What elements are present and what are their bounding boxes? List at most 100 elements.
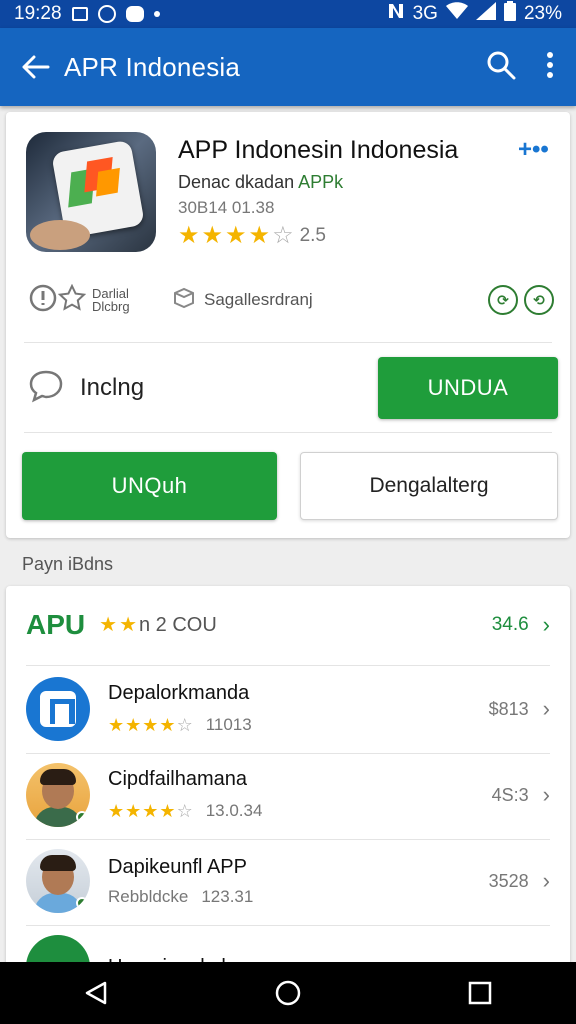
- battery-icon: [503, 1, 516, 27]
- notification-icon: [97, 5, 116, 23]
- app-rating: ★ ★ ★ ★ ☆ 2.5: [178, 224, 326, 248]
- featured-item[interactable]: APU ★ ★ n 2 COU 34.6 ›: [6, 586, 570, 664]
- online-badge-icon: [76, 811, 88, 823]
- star-empty-icon: ☆: [176, 800, 193, 821]
- system-navigation-bar: [0, 962, 576, 1024]
- online-badge-icon: [76, 897, 88, 909]
- star-icon: ★: [178, 222, 200, 249]
- avatar: [26, 763, 90, 827]
- download-button-small[interactable]: UNDUA: [378, 357, 558, 419]
- incl-label: Inclng: [80, 374, 145, 401]
- info-label: Sagallesrdranj: [204, 290, 313, 309]
- list-item-name: Dapikeunfl APP: [108, 855, 247, 878]
- info-label-small: Darlial Dlcbrg: [92, 286, 130, 314]
- star-empty-icon: ☆: [176, 714, 193, 735]
- developer-name[interactable]: Denac dkadan APPk: [178, 172, 343, 193]
- timer-icon[interactable]: ⟳: [488, 285, 518, 315]
- status-bar: 19:28 3G 23%: [0, 0, 576, 28]
- list-item-price: 3528: [488, 870, 529, 891]
- featured-name: APU: [26, 609, 86, 640]
- star-icon: ★: [142, 714, 159, 735]
- divider: [24, 342, 552, 343]
- star-icon: ★: [125, 714, 142, 735]
- star-icon: ★: [119, 614, 137, 636]
- incl-row: Inclng UNDUA: [28, 356, 558, 420]
- square-recents-icon: [468, 981, 492, 1005]
- star-icon: ★: [225, 222, 247, 249]
- chevron-right-icon: ›: [542, 868, 550, 893]
- network-label: 3G: [412, 3, 438, 24]
- star-icon: ★: [125, 800, 142, 821]
- list-item[interactable]: Depalorkmanda ★ ★ ★ ★ ☆ 11013 $813 ›: [6, 666, 570, 752]
- star-icon: ★: [248, 222, 271, 249]
- list-item[interactable]: Upprpimmkalpap: [6, 924, 570, 966]
- developer-prefix: Denac dkadan: [178, 172, 299, 192]
- chevron-right-icon: ›: [542, 612, 550, 637]
- list-item-count: 13.0.34: [205, 800, 263, 820]
- list-item-price: $813: [488, 698, 529, 719]
- back-button[interactable]: [18, 49, 54, 85]
- list-item[interactable]: Cipdfailhamana ★ ★ ★ ★ ☆ 13.0.34 4S:3 ›: [6, 752, 570, 838]
- secondary-button[interactable]: Dengalalterg: [300, 452, 558, 520]
- star-icon: ★: [159, 800, 176, 821]
- page-title: APR Indonesia: [64, 51, 241, 82]
- divider: [24, 432, 552, 433]
- star-empty-icon: ☆: [272, 222, 294, 249]
- list-item-count: 123.31: [201, 886, 254, 906]
- list-item[interactable]: Dapikeunfl APP Rebbldcke 123.31 3528 ›: [6, 838, 570, 924]
- featured-rating-text: n 2 COU: [139, 613, 217, 636]
- list-item-sub: Rebbldcke: [108, 886, 189, 906]
- star-icon: ★: [99, 614, 118, 636]
- chevron-right-icon: ›: [542, 696, 550, 721]
- section-label: Payn iBdns: [22, 554, 114, 574]
- star-icon: ★: [108, 800, 125, 821]
- signal-icon: [475, 2, 496, 26]
- chat-bubble-icon: [28, 369, 64, 408]
- app-detail-card: APP Indonesin Indonesia +•• Denac dkadan…: [6, 112, 570, 538]
- alert-icon: [28, 283, 58, 318]
- search-icon: [487, 51, 516, 79]
- star-icon: ★: [142, 800, 159, 821]
- developer-accent: APPk: [298, 172, 344, 192]
- list-item-name: Cipdfailhamana: [108, 767, 247, 790]
- search-button[interactable]: [486, 50, 516, 85]
- more-options-link[interactable]: +••: [518, 136, 549, 164]
- info-row: Darlial Dlcbrg Sagallesrdranj ⟳ ⟲: [28, 280, 558, 320]
- status-time: 19:28: [14, 3, 62, 24]
- star-icon: ★: [108, 714, 125, 735]
- featured-price: 34.6: [491, 614, 529, 635]
- more-vertical-icon: [547, 51, 553, 78]
- image-notification-icon: [71, 7, 88, 21]
- list-item-price: 4S:3: [491, 784, 529, 805]
- nfc-icon: [387, 2, 405, 26]
- app-bar: APR Indonesia: [0, 28, 576, 106]
- app-meta: 30B14 01.38: [178, 198, 275, 217]
- list-item-count: 11013: [205, 714, 252, 734]
- arrow-left-icon: [22, 55, 50, 79]
- chevron-right-icon: ›: [542, 782, 550, 807]
- battery-level: 23%: [523, 3, 562, 24]
- chat-notification-icon: [125, 6, 144, 22]
- nav-back-button[interactable]: [66, 968, 126, 1018]
- wifi-icon: [445, 2, 468, 26]
- app-icon: [26, 132, 156, 252]
- package-icon: [172, 286, 196, 315]
- star-icon: ★: [159, 714, 176, 735]
- app-title: APP Indonesin Indonesia: [178, 136, 459, 164]
- triangle-back-icon: [85, 981, 107, 1005]
- list-item-name: Depalorkmanda: [108, 681, 250, 704]
- history-icon[interactable]: ⟲: [524, 285, 554, 315]
- install-button[interactable]: UNQuh: [22, 452, 277, 520]
- star-outline-icon: [57, 283, 87, 317]
- overflow-menu-button[interactable]: [546, 51, 554, 84]
- more-notifications-icon: [153, 11, 160, 17]
- avatar: [26, 849, 90, 913]
- circle-home-icon: [275, 980, 301, 1006]
- featured-rating: ★ ★ n 2 COU: [99, 613, 217, 637]
- app-logo-icon: [26, 677, 90, 741]
- related-apps-list: APU ★ ★ n 2 COU 34.6 › Depalorkmanda ★ ★…: [6, 586, 570, 966]
- star-icon: ★: [201, 222, 224, 249]
- nav-recents-button[interactable]: [450, 968, 510, 1018]
- nav-home-button[interactable]: [258, 968, 318, 1018]
- rating-value: 2.5: [299, 225, 326, 246]
